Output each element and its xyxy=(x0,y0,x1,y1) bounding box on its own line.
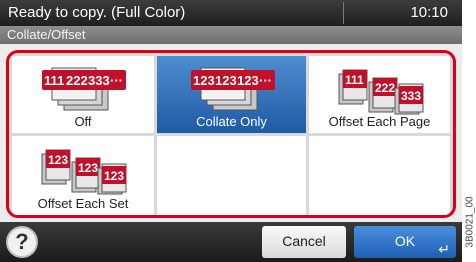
cancel-button[interactable]: Cancel xyxy=(262,226,346,258)
status-time: 10:10 xyxy=(410,4,448,21)
icon-text: 111 xyxy=(44,73,64,88)
screen-title-bar: Collate/Offset xyxy=(0,26,462,44)
options-grid: 111 222 333 ··· Off 123 123 123 ··· Coll… xyxy=(6,50,456,218)
help-icon: ? xyxy=(15,229,29,254)
svg-text:222: 222 xyxy=(375,81,395,95)
image-code-text: 3B0021_00 xyxy=(464,196,475,248)
svg-text:333: 333 xyxy=(401,89,421,103)
svg-text:222: 222 xyxy=(66,73,88,88)
svg-text:123: 123 xyxy=(48,153,68,167)
status-divider xyxy=(343,2,344,24)
collate-only-icon: 123 123 123 ··· xyxy=(187,62,277,116)
collate-off-icon: 111 222 333 ··· xyxy=(38,62,128,116)
image-code: 3B0021_00 xyxy=(463,182,476,262)
ok-button[interactable]: OK ↵ xyxy=(354,226,456,258)
option-label: Offset Each Set xyxy=(37,196,129,211)
option-offset-each-set[interactable]: 123 123 123 Offset Each Set xyxy=(12,136,154,215)
empty-cell xyxy=(309,136,450,215)
empty-cell xyxy=(157,136,306,215)
option-offset-each-page[interactable]: 111 222 333 Offset Each Page xyxy=(309,56,450,133)
offset-each-set-icon: 123 123 123 xyxy=(38,142,128,196)
options-panel: 111 222 333 ··· Off 123 123 123 ··· Coll… xyxy=(0,44,462,222)
svg-text:···: ··· xyxy=(259,73,272,88)
svg-text:123: 123 xyxy=(237,73,259,88)
help-button[interactable]: ? xyxy=(6,226,38,258)
svg-text:123: 123 xyxy=(78,161,98,175)
enter-icon: ↵ xyxy=(438,241,450,257)
svg-text:123: 123 xyxy=(215,73,237,88)
svg-text:123: 123 xyxy=(193,73,215,88)
offset-each-page-icon: 111 222 333 xyxy=(335,62,425,116)
status-message: Ready to copy. (Full Color) xyxy=(8,4,186,21)
option-label: Collate Only xyxy=(196,114,267,129)
option-label: Off xyxy=(74,114,92,129)
option-off[interactable]: 111 222 333 ··· Off xyxy=(12,56,154,133)
status-bar: Ready to copy. (Full Color) 10:10 xyxy=(0,0,462,26)
option-label: Offset Each Page xyxy=(328,114,431,129)
bottom-bar: ? Cancel OK ↵ xyxy=(0,222,462,262)
svg-text:333: 333 xyxy=(88,73,110,88)
screen-title: Collate/Offset xyxy=(7,27,86,42)
svg-text:···: ··· xyxy=(110,73,123,88)
svg-text:123: 123 xyxy=(104,169,124,183)
ok-button-label: OK xyxy=(394,233,416,249)
svg-text:111: 111 xyxy=(345,73,364,87)
option-collate-only[interactable]: 123 123 123 ··· Collate Only xyxy=(157,56,306,133)
